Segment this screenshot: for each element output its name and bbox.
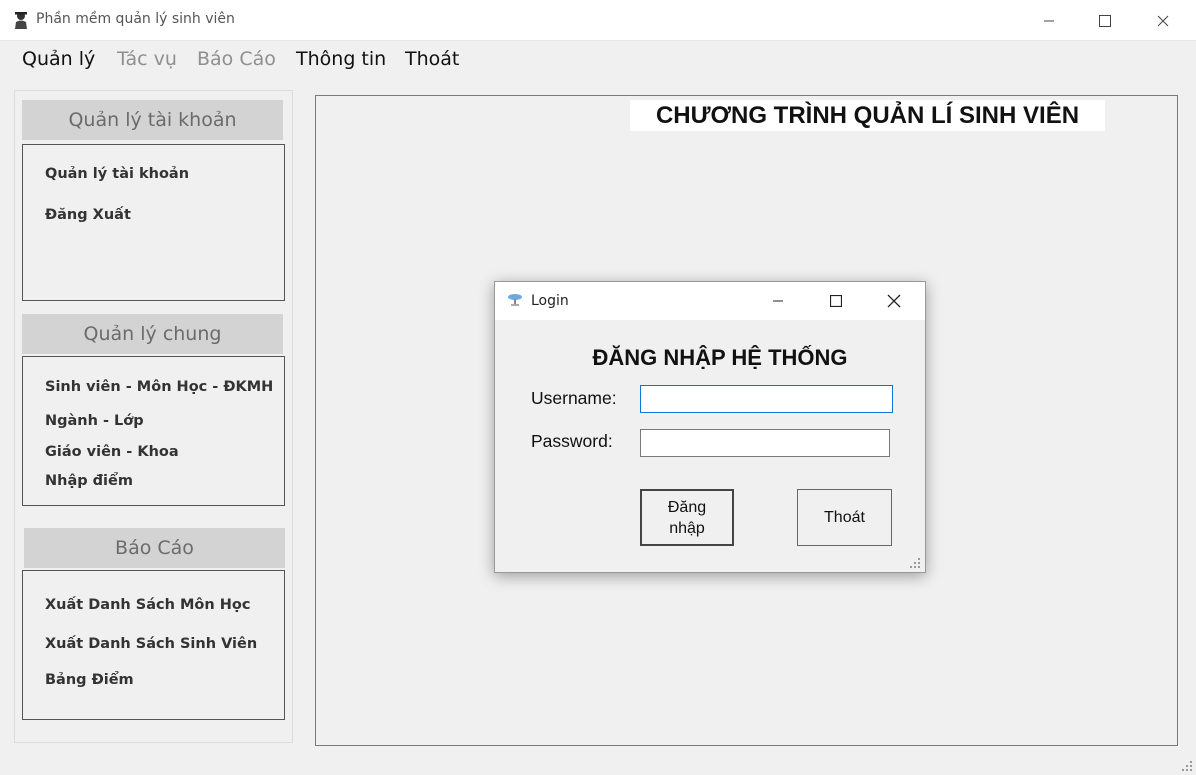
resize-grip-icon[interactable]	[1178, 757, 1194, 773]
minimize-icon	[773, 300, 783, 302]
group-header-reports[interactable]: Báo Cáo	[24, 528, 285, 568]
maximize-icon	[1099, 14, 1111, 27]
resize-grip-icon[interactable]	[906, 554, 922, 570]
login-heading: ĐĂNG NHẬP HỆ THỐNG	[592, 345, 848, 370]
login-dialog: Login ĐĂNG NHẬP HỆ THỐNG Username: Passw…	[494, 281, 926, 573]
group-box-general: Sinh viên - Môn Học - ĐKMH Ngành - Lớp G…	[22, 356, 285, 506]
sidebar-link-students-courses[interactable]: Sinh viên - Môn Học - ĐKMH	[45, 379, 273, 395]
menu-thoat[interactable]: Thoát	[405, 48, 459, 70]
menu-tac-vu[interactable]: Tác vụ	[117, 48, 177, 70]
group-box-account: Quản lý tài khoản Đăng Xuất	[22, 144, 285, 301]
password-label: Password:	[531, 431, 613, 451]
sidebar-link-majors-classes[interactable]: Ngành - Lớp	[45, 413, 144, 429]
username-label: Username:	[531, 388, 617, 408]
group-box-reports: Xuất Danh Sách Môn Học Xuất Danh Sách Si…	[22, 570, 285, 720]
sidebar-link-teachers-faculty[interactable]: Giáo viên - Khoa	[45, 444, 179, 460]
sidebar-link-enter-grades[interactable]: Nhập điểm	[45, 473, 133, 489]
window-titlebar: Phần mềm quản lý sinh viên	[0, 0, 1196, 41]
minimize-button[interactable]	[1020, 0, 1078, 41]
login-titlebar: Login	[495, 282, 925, 320]
sidebar-link-export-students[interactable]: Xuất Danh Sách Sinh Viên	[45, 636, 257, 652]
menu-thong-tin[interactable]: Thông tin	[296, 48, 386, 70]
close-icon	[1157, 15, 1169, 26]
dialog-minimize-button[interactable]	[753, 282, 803, 320]
password-input[interactable]	[640, 429, 890, 457]
sidebar-link-grade-sheet[interactable]: Bảng Điểm	[45, 672, 134, 688]
student-app-icon	[15, 12, 27, 29]
menu-quan-ly[interactable]: Quản lý	[22, 48, 95, 70]
login-app-icon	[508, 294, 522, 306]
close-button[interactable]	[1134, 0, 1192, 41]
group-header-general[interactable]: Quản lý chung	[22, 314, 283, 354]
menu-bao-cao[interactable]: Báo Cáo	[197, 48, 276, 70]
login-button-label: Đăng nhập	[667, 498, 707, 537]
window-title: Phần mềm quản lý sinh viên	[36, 11, 235, 27]
login-dialog-title: Login	[531, 293, 569, 309]
sidebar-link-export-courses[interactable]: Xuất Danh Sách Môn Học	[45, 597, 250, 613]
minimize-icon	[1044, 20, 1054, 21]
maximize-icon	[830, 295, 842, 307]
username-input[interactable]	[640, 385, 893, 413]
sidebar-link-account-management[interactable]: Quản lý tài khoản	[45, 166, 189, 182]
dialog-close-button[interactable]	[869, 282, 919, 320]
exit-button[interactable]: Thoát	[797, 489, 892, 546]
sidebar-link-logout[interactable]: Đăng Xuất	[45, 207, 131, 223]
login-button[interactable]: Đăng nhập	[640, 489, 734, 546]
maximize-button[interactable]	[1076, 0, 1134, 41]
close-icon	[887, 294, 901, 308]
main-title: CHƯƠNG TRÌNH QUẢN LÍ SINH VIÊN	[630, 100, 1105, 131]
group-header-account[interactable]: Quản lý tài khoản	[22, 100, 283, 140]
dialog-maximize-button[interactable]	[811, 282, 861, 320]
